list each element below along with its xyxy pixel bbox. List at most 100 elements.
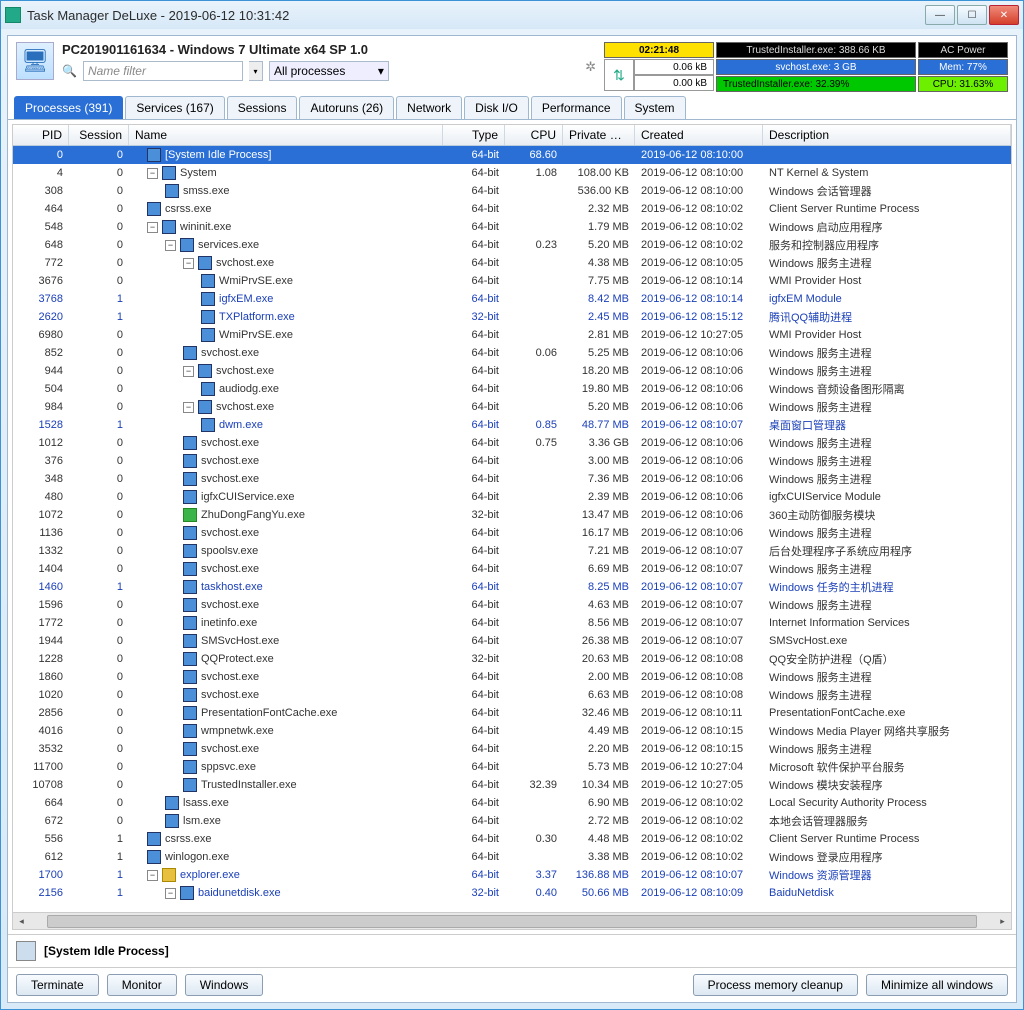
close-button[interactable]: ✕ — [989, 5, 1019, 25]
process-row[interactable]: 3080smss.exe64-bit536.00 KB2019-06-12 08… — [13, 182, 1011, 200]
minimize-button[interactable]: — — [925, 5, 955, 25]
process-row[interactable]: 13320spoolsv.exe64-bit7.21 MB2019-06-12 … — [13, 542, 1011, 560]
process-row[interactable]: 40−System64-bit1.08108.00 KB2019-06-12 0… — [13, 164, 1011, 182]
process-row[interactable]: 35320svchost.exe64-bit2.20 MB2019-06-12 … — [13, 740, 1011, 758]
process-icon — [165, 796, 179, 810]
tab-system[interactable]: System — [624, 96, 686, 119]
col-type[interactable]: Type — [443, 125, 505, 145]
terminate-button[interactable]: Terminate — [16, 974, 99, 996]
tree-expander[interactable]: − — [165, 240, 176, 251]
process-row[interactable]: 9840−svchost.exe64-bit5.20 MB2019-06-12 … — [13, 398, 1011, 416]
scroll-thumb[interactable] — [47, 915, 977, 928]
process-row[interactable]: 10720ZhuDongFangYu.exe32-bit13.47 MB2019… — [13, 506, 1011, 524]
process-row[interactable]: 9440−svchost.exe64-bit18.20 MB2019-06-12… — [13, 362, 1011, 380]
process-row[interactable]: 6121winlogon.exe64-bit3.38 MB2019-06-12 … — [13, 848, 1011, 866]
process-icon — [147, 832, 161, 846]
name-filter-input[interactable]: Name filter — [83, 61, 243, 81]
tree-expander[interactable]: − — [183, 402, 194, 413]
process-name: [System Idle Process] — [165, 149, 271, 161]
process-row[interactable]: 4640csrss.exe64-bit2.32 MB2019-06-12 08:… — [13, 200, 1011, 218]
col-description[interactable]: Description — [763, 125, 1011, 145]
tree-expander[interactable]: − — [183, 366, 194, 377]
process-name: svchost.exe — [201, 599, 259, 611]
col-pid[interactable]: PID — [13, 125, 69, 145]
process-memory-cleanup-button[interactable]: Process memory cleanup — [693, 974, 858, 996]
process-name: sppsvc.exe — [201, 761, 256, 773]
process-row[interactable]: 5561csrss.exe64-bit0.304.48 MB2019-06-12… — [13, 830, 1011, 848]
process-list[interactable]: 00[System Idle Process]64-bit68.602019-0… — [13, 146, 1011, 912]
process-row[interactable]: 15960svchost.exe64-bit4.63 MB2019-06-12 … — [13, 596, 1011, 614]
process-row[interactable]: 3480svchost.exe64-bit7.36 MB2019-06-12 0… — [13, 470, 1011, 488]
tab-autoruns-[interactable]: Autoruns (26) — [299, 96, 394, 119]
process-row[interactable]: 7720−svchost.exe64-bit4.38 MB2019-06-12 … — [13, 254, 1011, 272]
process-row[interactable]: 40160wmpnetwk.exe64-bit4.49 MB2019-06-12… — [13, 722, 1011, 740]
windows-button[interactable]: Windows — [185, 974, 264, 996]
process-filter-select[interactable]: All processes ▾ — [269, 61, 389, 81]
process-row[interactable]: 4800igfxCUIService.exe64-bit2.39 MB2019-… — [13, 488, 1011, 506]
process-row[interactable]: 69800WmiPrvSE.exe64-bit2.81 MB2019-06-12… — [13, 326, 1011, 344]
process-row[interactable]: 14601taskhost.exe64-bit8.25 MB2019-06-12… — [13, 578, 1011, 596]
process-row[interactable]: 5480−wininit.exe64-bit1.79 MB2019-06-12 … — [13, 218, 1011, 236]
process-icon — [183, 562, 197, 576]
process-icon — [201, 310, 215, 324]
tab-processes-[interactable]: Processes (391) — [14, 96, 123, 119]
col-name[interactable]: Name — [129, 125, 443, 145]
tab-disk-i-o[interactable]: Disk I/O — [464, 96, 529, 119]
process-row[interactable]: 6720lsm.exe64-bit2.72 MB2019-06-12 08:10… — [13, 812, 1011, 830]
top-mem-process: svchost.exe: 3 GB — [716, 59, 916, 75]
process-row[interactable]: 36760WmiPrvSE.exe64-bit7.75 MB2019-06-12… — [13, 272, 1011, 290]
process-row[interactable]: 00[System Idle Process]64-bit68.602019-0… — [13, 146, 1011, 164]
process-row[interactable]: 14040svchost.exe64-bit6.69 MB2019-06-12 … — [13, 560, 1011, 578]
horizontal-scrollbar[interactable]: ◂ ▸ — [13, 912, 1011, 929]
process-row[interactable]: 19440SMSvcHost.exe64-bit26.38 MB2019-06-… — [13, 632, 1011, 650]
cpu-usage: CPU: 31.63% — [918, 76, 1008, 92]
mem-usage: Mem: 77% — [918, 59, 1008, 75]
maximize-button[interactable]: ☐ — [957, 5, 987, 25]
process-row[interactable]: 10200svchost.exe64-bit6.63 MB2019-06-12 … — [13, 686, 1011, 704]
process-row[interactable]: 15281dwm.exe64-bit0.8548.77 MB2019-06-12… — [13, 416, 1011, 434]
process-name: svchost.exe — [201, 437, 259, 449]
col-session[interactable]: Session — [69, 125, 129, 145]
process-row[interactable]: 18600svchost.exe64-bit2.00 MB2019-06-12 … — [13, 668, 1011, 686]
tree-expander[interactable]: − — [165, 888, 176, 899]
app-icon — [5, 7, 21, 23]
monitor-button[interactable]: Monitor — [107, 974, 177, 996]
process-row[interactable]: 17001−explorer.exe64-bit3.37136.88 MB201… — [13, 866, 1011, 884]
process-name: svchost.exe — [201, 455, 259, 467]
scroll-right-arrow[interactable]: ▸ — [994, 913, 1011, 930]
process-row[interactable]: 5040audiodg.exe64-bit19.80 MB2019-06-12 … — [13, 380, 1011, 398]
process-icon — [183, 670, 197, 684]
process-row[interactable]: 117000sppsvc.exe64-bit5.73 MB2019-06-12 … — [13, 758, 1011, 776]
process-row[interactable]: 26201TXPlatform.exe32-bit2.45 MB2019-06-… — [13, 308, 1011, 326]
process-name: QQProtect.exe — [201, 653, 274, 665]
tree-expander[interactable]: − — [183, 258, 194, 269]
tree-expander[interactable]: − — [147, 222, 158, 233]
process-name: baidunetdisk.exe — [198, 887, 281, 899]
process-row[interactable]: 3760svchost.exe64-bit3.00 MB2019-06-12 0… — [13, 452, 1011, 470]
minimize-all-windows-button[interactable]: Minimize all windows — [866, 974, 1008, 996]
process-row[interactable]: 28560PresentationFontCache.exe64-bit32.4… — [13, 704, 1011, 722]
name-filter-dropdown[interactable]: ▾ — [249, 61, 263, 81]
col-cpu[interactable]: CPU — [505, 125, 563, 145]
tab-services-[interactable]: Services (167) — [125, 96, 224, 119]
tree-expander[interactable]: − — [147, 168, 158, 179]
process-row[interactable]: 37681igfxEM.exe64-bit8.42 MB2019-06-12 0… — [13, 290, 1011, 308]
process-row[interactable]: 11360svchost.exe64-bit16.17 MB2019-06-12… — [13, 524, 1011, 542]
process-row[interactable]: 8520svchost.exe64-bit0.065.25 MB2019-06-… — [13, 344, 1011, 362]
tab-network[interactable]: Network — [396, 96, 462, 119]
tree-expander[interactable]: − — [147, 870, 158, 881]
tab-sessions[interactable]: Sessions — [227, 96, 298, 119]
process-row[interactable]: 107080TrustedInstaller.exe64-bit32.3910.… — [13, 776, 1011, 794]
process-row[interactable]: 6640lsass.exe64-bit6.90 MB2019-06-12 08:… — [13, 794, 1011, 812]
col-created[interactable]: Created — [635, 125, 763, 145]
process-name: WmiPrvSE.exe — [219, 329, 293, 341]
tab-performance[interactable]: Performance — [531, 96, 622, 119]
process-row[interactable]: 12280QQProtect.exe32-bit20.63 MB2019-06-… — [13, 650, 1011, 668]
col-private-bytes[interactable]: Private By... — [563, 125, 635, 145]
process-row[interactable]: 6480−services.exe64-bit0.235.20 MB2019-0… — [13, 236, 1011, 254]
process-row[interactable]: 10120svchost.exe64-bit0.753.36 GB2019-06… — [13, 434, 1011, 452]
process-name: igfxEM.exe — [219, 293, 273, 305]
process-row[interactable]: 17720inetinfo.exe64-bit8.56 MB2019-06-12… — [13, 614, 1011, 632]
process-row[interactable]: 21561−baidunetdisk.exe32-bit0.4050.66 MB… — [13, 884, 1011, 902]
scroll-left-arrow[interactable]: ◂ — [13, 913, 30, 930]
